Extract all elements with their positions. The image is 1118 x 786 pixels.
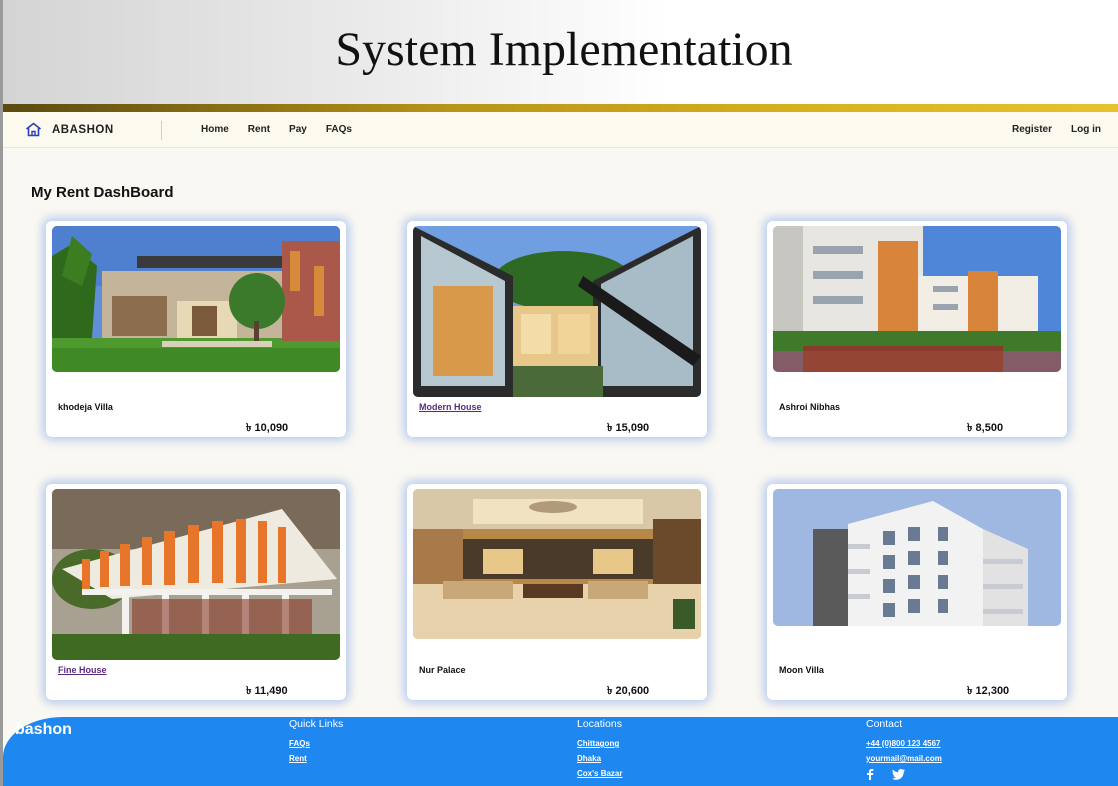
contact-email-link[interactable]: yourmail@mail.com <box>866 754 942 763</box>
property-card[interactable]: Ashroi Nibhas ৳ 8,500 <box>767 221 1067 437</box>
property-card[interactable]: Nur Palace ৳ 20,600 <box>407 484 707 700</box>
property-price: ৳ 11,490 <box>246 685 288 697</box>
property-image[interactable] <box>773 226 1061 372</box>
footer-contact: Contact +44 (0)800 123 4567 yourmail@mai… <box>866 718 942 780</box>
contact-phone-link[interactable]: +44 (0)800 123 4567 <box>866 739 942 748</box>
nav-faqs-link[interactable]: FAQs <box>326 124 352 135</box>
location-coxs-bazar-link[interactable]: Cox's Bazar <box>577 769 622 778</box>
property-price: ৳ 20,600 <box>607 685 650 697</box>
nav-home-link[interactable]: Home <box>201 124 229 135</box>
footer-quick-links: Quick Links FAQs Rent <box>289 718 343 769</box>
property-card[interactable]: khodeja Villa ৳ 10,090 <box>46 221 346 437</box>
property-image[interactable] <box>52 489 340 660</box>
property-price: ৳ 10,090 <box>246 422 289 434</box>
location-chittagong-link[interactable]: Chittagong <box>577 739 622 748</box>
nav-rent-link[interactable]: Rent <box>248 124 270 135</box>
property-card[interactable]: Modern House ৳ 15,090 <box>407 221 707 437</box>
facebook-icon[interactable] <box>866 769 874 780</box>
twitter-icon[interactable] <box>892 769 905 780</box>
property-name: khodeja Villa <box>58 402 113 412</box>
slide-title: System Implementation <box>335 23 793 76</box>
app-screenshot: ABASHON Home Rent Pay FAQs Register Log … <box>3 112 1118 786</box>
social-links <box>866 769 942 780</box>
quick-links-heading: Quick Links <box>289 718 344 730</box>
property-image[interactable] <box>413 489 701 639</box>
register-link[interactable]: Register <box>1012 124 1052 135</box>
nav-divider <box>161 121 162 140</box>
gold-divider <box>3 104 1118 112</box>
dashboard-title: My Rent DashBoard <box>31 184 174 201</box>
property-image[interactable] <box>413 226 701 397</box>
footer-link-faqs[interactable]: FAQs <box>289 739 343 748</box>
footer-brand: bashon <box>15 721 72 738</box>
nav-links: Home Rent Pay FAQs <box>201 124 352 135</box>
property-price: ৳ 8,500 <box>967 422 1004 434</box>
property-name-link[interactable]: Fine House <box>58 665 107 675</box>
footer-locations: Locations Chittagong Dhaka Cox's Bazar <box>577 718 622 784</box>
property-name: Moon Villa <box>779 665 824 675</box>
navbar: ABASHON Home Rent Pay FAQs Register Log … <box>3 112 1118 148</box>
footer-link-rent[interactable]: Rent <box>289 754 343 763</box>
property-name: Ashroi Nibhas <box>779 402 841 412</box>
property-image[interactable] <box>52 226 340 372</box>
property-price: ৳ 15,090 <box>607 422 650 434</box>
property-image[interactable] <box>773 489 1061 626</box>
nav-auth: Register Log in <box>1012 124 1101 135</box>
login-link[interactable]: Log in <box>1071 124 1101 135</box>
nav-pay-link[interactable]: Pay <box>289 124 307 135</box>
location-dhaka-link[interactable]: Dhaka <box>577 754 622 763</box>
locations-heading: Locations <box>577 718 622 730</box>
brand[interactable]: ABASHON <box>25 122 114 137</box>
contact-heading: Contact <box>866 718 903 730</box>
brand-name: ABASHON <box>52 123 114 136</box>
footer: bashon Quick Links FAQs Rent Locations C… <box>3 717 1118 786</box>
property-price: ৳ 12,300 <box>967 685 1010 697</box>
property-card[interactable]: Fine House ৳ 11,490 <box>46 484 346 700</box>
property-name-link[interactable]: Modern House <box>419 402 482 412</box>
property-name: Nur Palace <box>419 665 466 675</box>
home-icon <box>25 122 42 137</box>
property-card[interactable]: Moon Villa ৳ 12,300 <box>767 484 1067 700</box>
